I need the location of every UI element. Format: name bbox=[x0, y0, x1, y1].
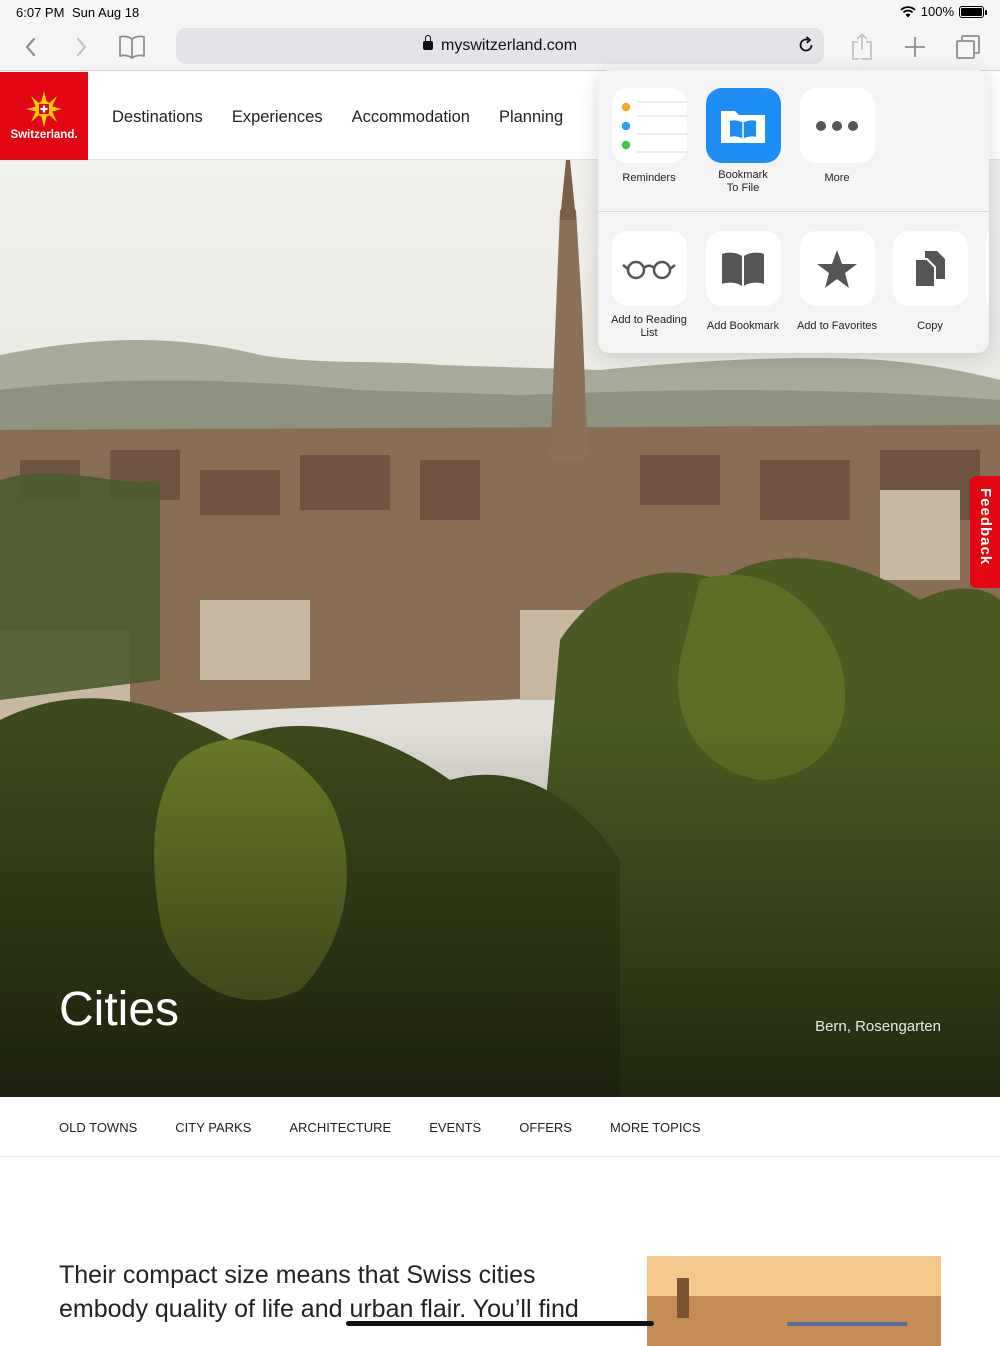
url-bar[interactable]: myswitzerland.com bbox=[176, 28, 824, 64]
topic-architecture[interactable]: ARCHITECTURE bbox=[289, 1120, 391, 1135]
intro-image bbox=[647, 1256, 941, 1346]
switzerland-logo[interactable]: Switzerland. bbox=[0, 72, 88, 160]
bookmark-to-file-icon bbox=[705, 88, 781, 163]
star-icon bbox=[799, 231, 875, 306]
new-tab-icon[interactable] bbox=[900, 32, 930, 62]
share-add-to-reading-list[interactable]: Add to Reading List bbox=[602, 231, 696, 340]
intro-text: Their compact size means that Swiss citi… bbox=[59, 1258, 619, 1326]
share-bookmark-to-file[interactable]: Bookmark To File bbox=[696, 88, 790, 195]
wifi-icon bbox=[900, 5, 916, 17]
share-actions-row: Add to Reading List Add Bookmark Add to … bbox=[598, 212, 989, 353]
glasses-icon bbox=[611, 231, 687, 306]
sun-cross-icon bbox=[26, 91, 62, 127]
battery-icon bbox=[959, 5, 987, 18]
share-add-to-favorites-label: Add to Favorites bbox=[796, 320, 878, 332]
more-icon bbox=[799, 88, 875, 163]
status-bar: 6:07 PM Sun Aug 18 100% bbox=[0, 0, 1000, 24]
nav-experiences[interactable]: Experiences bbox=[232, 108, 323, 127]
share-copy-label: Copy bbox=[917, 320, 943, 332]
topic-events[interactable]: EVENTS bbox=[429, 1120, 481, 1135]
main-nav: Destinations Experiences Accommodation P… bbox=[112, 108, 563, 127]
home-indicator[interactable] bbox=[346, 1321, 654, 1326]
share-add-to-favorites[interactable]: Add to Favorites bbox=[790, 231, 884, 333]
feedback-label: Feedback bbox=[977, 488, 994, 566]
page-title: Cities bbox=[59, 983, 180, 1036]
book-icon bbox=[705, 231, 781, 306]
topic-city-parks[interactable]: CITY PARKS bbox=[175, 1120, 251, 1135]
image-caption: Bern, Rosengarten bbox=[815, 1018, 941, 1035]
status-date: Sun Aug 18 bbox=[72, 5, 140, 20]
battery-percent: 100% bbox=[920, 4, 954, 19]
status-right: 100% bbox=[900, 4, 987, 19]
reminders-icon bbox=[611, 88, 687, 163]
share-sheet: Reminders Bookmark To File More Add to R… bbox=[598, 70, 989, 353]
nav-planning[interactable]: Planning bbox=[499, 108, 563, 127]
browser-toolbar: myswitzerland.com bbox=[0, 24, 1000, 71]
share-icon[interactable] bbox=[847, 32, 877, 62]
share-overflow-item bbox=[986, 231, 989, 306]
share-reminders[interactable]: Reminders bbox=[602, 88, 696, 185]
share-more-label: More bbox=[824, 172, 850, 184]
forward-icon[interactable] bbox=[66, 32, 96, 62]
url-field[interactable]: myswitzerland.com bbox=[176, 35, 824, 55]
logo-text: Switzerland. bbox=[10, 129, 78, 141]
share-bookmark-to-file-label: Bookmark To File bbox=[718, 169, 768, 194]
copy-icon bbox=[892, 231, 968, 306]
topic-more-topics[interactable]: MORE TOPICS bbox=[610, 1120, 701, 1135]
share-add-bookmark-label: Add Bookmark bbox=[706, 320, 780, 332]
share-more[interactable]: More bbox=[790, 88, 884, 185]
feedback-button[interactable]: Feedback bbox=[970, 476, 1000, 588]
share-add-to-reading-list-label: Add to Reading List bbox=[611, 314, 687, 339]
intro-line-1: Their compact size means that Swiss citi… bbox=[59, 1261, 536, 1289]
url-text: myswitzerland.com bbox=[440, 37, 578, 54]
topic-old-towns[interactable]: OLD TOWNS bbox=[59, 1120, 137, 1135]
share-copy[interactable]: Copy bbox=[883, 231, 977, 333]
nav-destinations[interactable]: Destinations bbox=[112, 108, 203, 127]
share-add-bookmark[interactable]: Add Bookmark bbox=[696, 231, 790, 333]
back-icon[interactable] bbox=[16, 32, 46, 62]
status-time: 6:07 PM bbox=[16, 5, 65, 20]
topic-offers[interactable]: OFFERS bbox=[519, 1120, 572, 1135]
reload-icon[interactable] bbox=[796, 35, 816, 60]
share-apps-row: Reminders Bookmark To File More bbox=[598, 70, 989, 212]
tabs-icon[interactable] bbox=[953, 32, 983, 62]
share-reminders-label: Reminders bbox=[622, 172, 676, 184]
nav-accommodation[interactable]: Accommodation bbox=[352, 108, 470, 127]
topic-bar: OLD TOWNS CITY PARKS ARCHITECTURE EVENTS… bbox=[0, 1097, 1000, 1157]
bookmarks-icon[interactable] bbox=[117, 32, 147, 62]
lock-icon bbox=[422, 35, 433, 50]
